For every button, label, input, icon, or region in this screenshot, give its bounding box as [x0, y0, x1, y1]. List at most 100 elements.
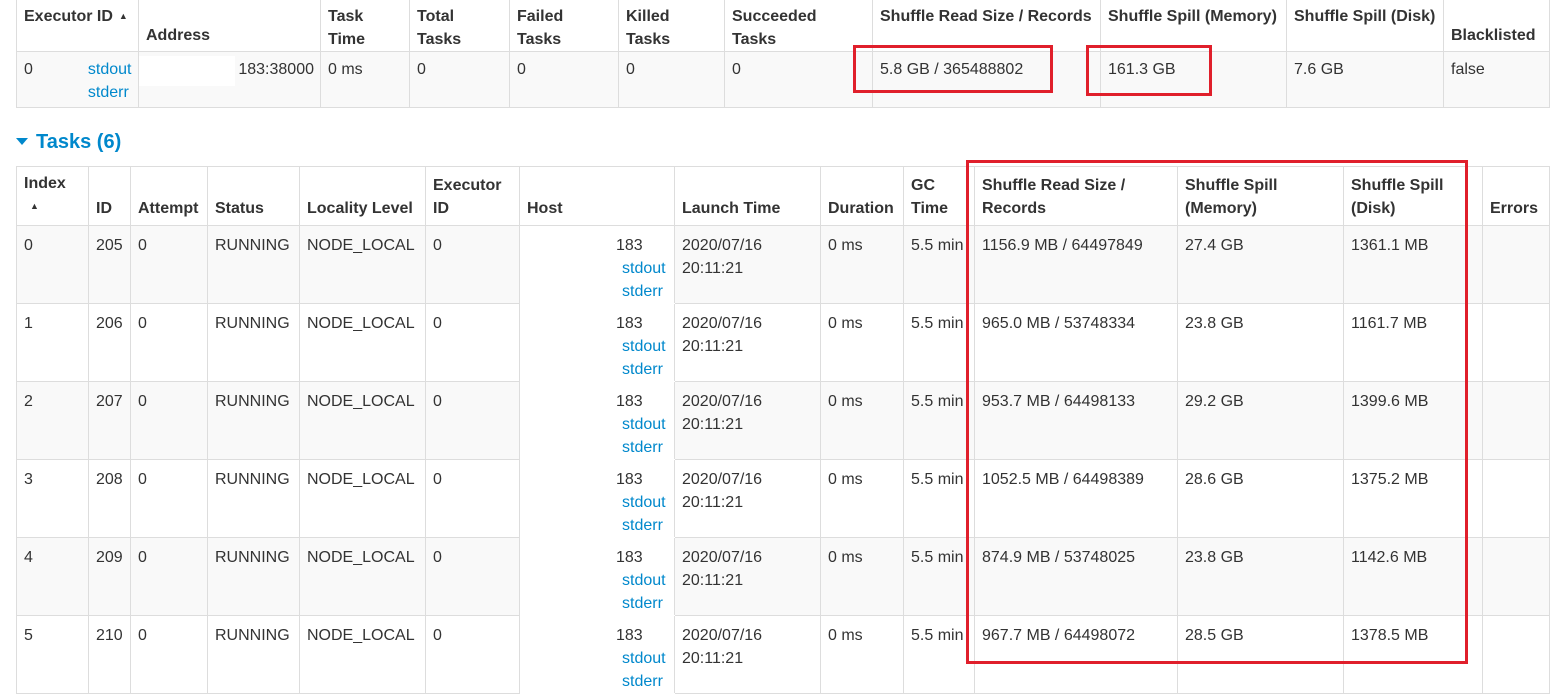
task-launch-date: 2020/07/16	[682, 315, 763, 332]
task-id: 209	[88, 537, 131, 616]
task-errors	[1482, 303, 1550, 382]
col-executor-id[interactable]: Executor ID	[425, 166, 520, 226]
task-launch-clock: 20:11:21	[682, 338, 744, 355]
col-status[interactable]: Status	[207, 166, 300, 226]
col-id[interactable]: ID	[88, 166, 131, 226]
task-host: 183	[616, 315, 643, 332]
task-locality: NODE_LOCAL	[299, 537, 426, 616]
task-stdout-link[interactable]: stdout	[622, 647, 666, 670]
task-stderr-link[interactable]: stderr	[622, 358, 666, 381]
task-host: 183	[616, 627, 643, 644]
executor-killed-tasks: 0	[618, 51, 725, 108]
task-status: RUNNING	[207, 381, 300, 460]
task-executor-id: 0	[425, 615, 520, 694]
task-executor-id: 0	[425, 537, 520, 616]
task-executor-id: 0	[425, 225, 520, 304]
task-host-cell: 183 stdout stderr	[519, 537, 675, 616]
task-duration: 0 ms	[820, 303, 904, 382]
task-host-cell: 183 stdout stderr	[519, 303, 675, 382]
col-blacklisted[interactable]: Blacklisted	[1443, 0, 1550, 52]
executor-id: 0	[24, 61, 33, 78]
task-attempt: 0	[130, 303, 208, 382]
task-launch-date: 2020/07/16	[682, 471, 763, 488]
col-host[interactable]: Host	[519, 166, 675, 226]
task-errors	[1482, 459, 1550, 538]
task-executor-id: 0	[425, 303, 520, 382]
col-task-time[interactable]: Task Time	[320, 0, 410, 52]
redacted-host	[520, 226, 616, 303]
sort-ascending-icon: ▲	[118, 11, 128, 21]
col-spill-memory[interactable]: Shuffle Spill (Memory)	[1100, 0, 1287, 52]
task-stderr-link[interactable]: stderr	[622, 280, 666, 303]
executor-header-row: Executor ID ▲ Address Task Time Total Tas…	[16, 0, 1550, 52]
task-launch-date: 2020/07/16	[682, 627, 763, 644]
task-stdout-link[interactable]: stdout	[622, 569, 666, 592]
task-attempt: 0	[130, 615, 208, 694]
task-stderr-link[interactable]: stderr	[622, 514, 666, 537]
col-index[interactable]: Index ▲	[16, 166, 89, 226]
col-killed-tasks[interactable]: Killed Tasks	[618, 0, 725, 52]
executor-id-cell: 0 stdout stderr	[16, 51, 139, 108]
task-duration: 0 ms	[820, 459, 904, 538]
task-launch-clock: 20:11:21	[682, 572, 744, 589]
col-executor-id[interactable]: Executor ID ▲	[16, 0, 139, 52]
tasks-section-toggle[interactable]: Tasks (6)	[16, 131, 121, 154]
task-locality: NODE_LOCAL	[299, 615, 426, 694]
task-stdout-link[interactable]: stdout	[622, 413, 666, 436]
task-index: 5	[16, 615, 89, 694]
task-gc-time: 5.5 min	[903, 537, 975, 616]
task-launch-time: 2020/07/16 20:11:21	[674, 381, 821, 460]
executor-address-cell: 183:38000	[138, 51, 321, 108]
col-total-tasks[interactable]: Total Tasks	[409, 0, 510, 52]
col-spill-disk[interactable]: Shuffle Spill (Disk)	[1286, 0, 1444, 52]
task-stderr-link[interactable]: stderr	[622, 592, 666, 615]
task-status: RUNNING	[207, 537, 300, 616]
col-launch-time[interactable]: Launch Time	[674, 166, 821, 226]
col-gc-time[interactable]: GC Time	[903, 166, 975, 226]
task-stdout-link[interactable]: stdout	[622, 335, 666, 358]
task-id: 206	[88, 303, 131, 382]
col-errors[interactable]: Errors	[1482, 166, 1550, 226]
tasks-section-title: Tasks (6)	[36, 131, 122, 153]
task-index: 1	[16, 303, 89, 382]
task-stderr-link[interactable]: stderr	[622, 670, 666, 693]
task-stderr-link[interactable]: stderr	[622, 436, 666, 459]
col-duration[interactable]: Duration	[820, 166, 904, 226]
redacted-address	[139, 56, 235, 86]
redacted-host	[520, 460, 616, 537]
task-launch-date: 2020/07/16	[682, 393, 763, 410]
executor-failed-tasks: 0	[509, 51, 619, 108]
highlight-executor-shuffle-read	[853, 45, 1053, 93]
task-launch-date: 2020/07/16	[682, 549, 763, 566]
highlight-task-shuffle-columns	[966, 160, 1468, 664]
task-host-cell: 183 stdout stderr	[519, 381, 675, 460]
task-errors	[1482, 381, 1550, 460]
col-attempt[interactable]: Attempt	[130, 166, 208, 226]
task-host-cell: 183 stdout stderr	[519, 225, 675, 304]
col-succeeded-tasks[interactable]: Succeeded Tasks	[724, 0, 873, 52]
task-launch-date: 2020/07/16	[682, 237, 763, 254]
executor-stderr-link[interactable]: stderr	[88, 81, 132, 104]
task-errors	[1482, 225, 1550, 304]
executor-stdout-link[interactable]: stdout	[88, 58, 132, 81]
task-launch-time: 2020/07/16 20:11:21	[674, 537, 821, 616]
task-host: 183	[616, 549, 643, 566]
task-id: 207	[88, 381, 131, 460]
task-status: RUNNING	[207, 303, 300, 382]
task-stdout-link[interactable]: stdout	[622, 257, 666, 280]
highlight-executor-spill-memory	[1086, 45, 1212, 96]
col-shuffle-read[interactable]: Shuffle Read Size / Records	[872, 0, 1101, 52]
task-host: 183	[616, 237, 643, 254]
executor-task-time: 0 ms	[320, 51, 410, 108]
executor-total-tasks: 0	[409, 51, 510, 108]
task-attempt: 0	[130, 537, 208, 616]
task-attempt: 0	[130, 381, 208, 460]
task-stdout-link[interactable]: stdout	[622, 491, 666, 514]
task-launch-time: 2020/07/16 20:11:21	[674, 615, 821, 694]
task-id: 210	[88, 615, 131, 694]
task-duration: 0 ms	[820, 225, 904, 304]
col-failed-tasks[interactable]: Failed Tasks	[509, 0, 619, 52]
col-address[interactable]: Address	[138, 0, 321, 52]
redacted-host	[520, 304, 616, 381]
col-locality-level[interactable]: Locality Level	[299, 166, 426, 226]
